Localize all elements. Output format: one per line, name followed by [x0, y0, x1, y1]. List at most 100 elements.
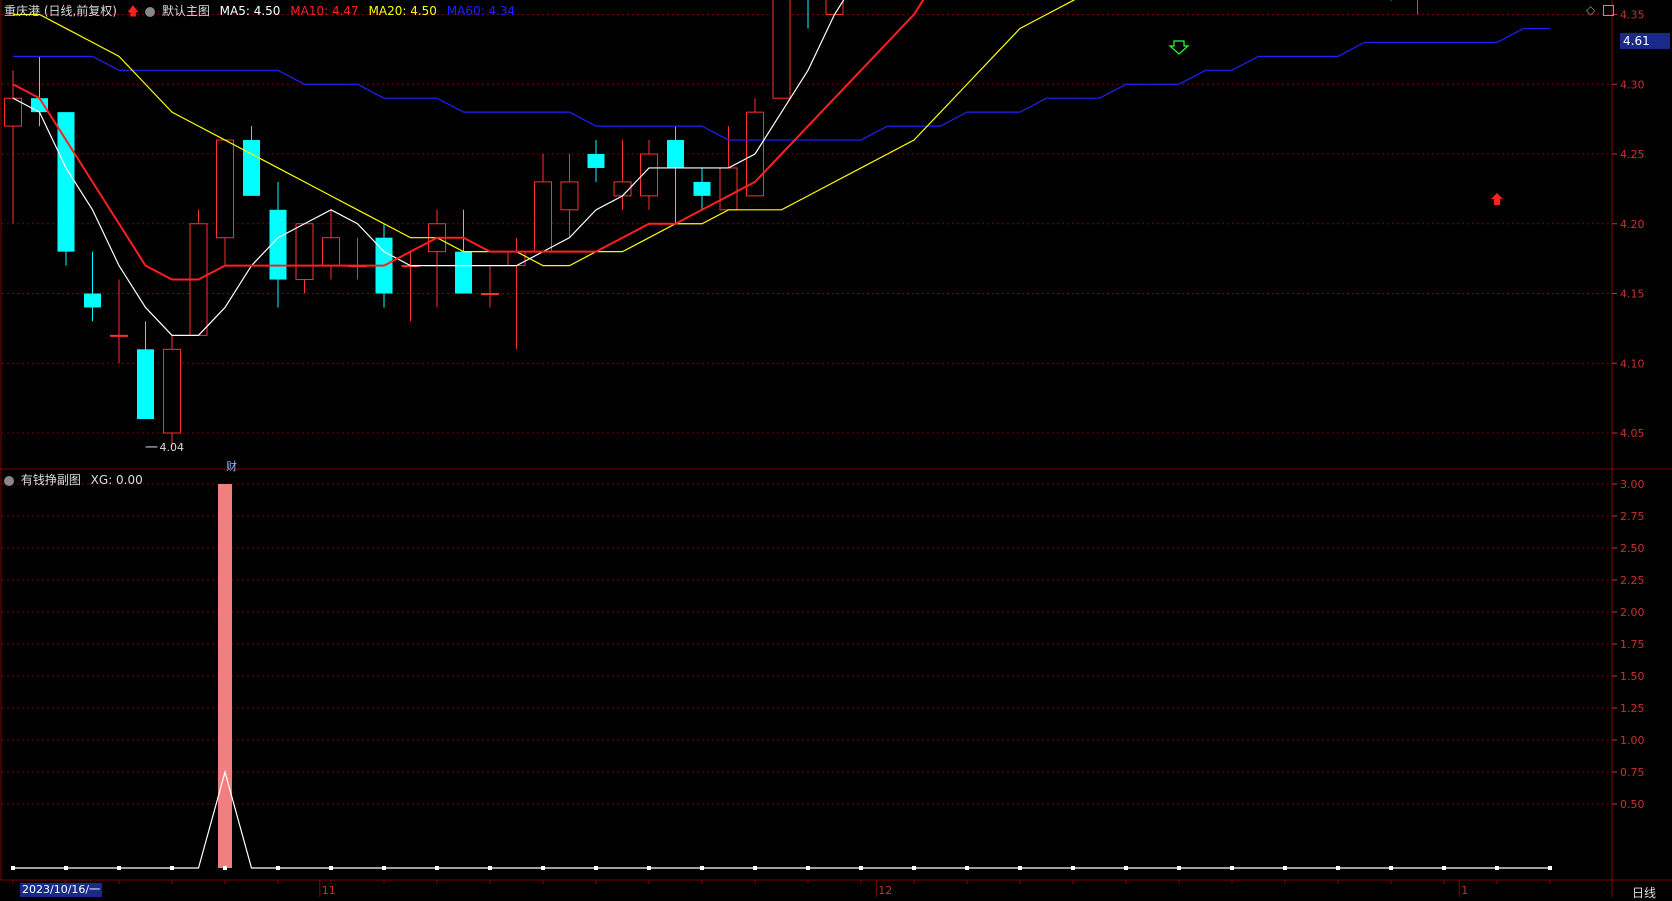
xg-marker [1177, 866, 1181, 870]
xg-marker [700, 866, 704, 870]
xg-marker [64, 866, 68, 870]
candle [1417, 0, 1418, 15]
candle-body [667, 140, 684, 168]
xg-marker [859, 866, 863, 870]
period-button[interactable]: 日线 [1632, 884, 1656, 901]
xg-marker [1124, 866, 1128, 870]
candle-body [163, 348, 181, 434]
sub-y-tick-label: 1.75 [1620, 638, 1645, 651]
candle-body [693, 181, 711, 196]
candle [163, 335, 181, 447]
candle-body [481, 293, 499, 295]
sub-y-tick-label: 2.75 [1620, 510, 1645, 523]
sub-y-tick-label: 2.25 [1620, 574, 1645, 587]
y-tick-label: 4.15 [1620, 288, 1645, 301]
chart-canvas[interactable]: 4.654.604.554.504.454.404.354.304.254.20… [0, 0, 1672, 897]
y-tick-label: 4.30 [1620, 78, 1645, 91]
xg-marker [1495, 866, 1499, 870]
date-label: 2023/10/16/一 [20, 883, 103, 897]
candle-body [719, 167, 738, 211]
candle [31, 56, 48, 127]
xg-marker [276, 866, 280, 870]
xg-marker [1548, 866, 1552, 870]
y-tick-label: 4.20 [1620, 218, 1645, 231]
candle-body [84, 293, 101, 308]
candle [825, 0, 844, 15]
candle [216, 139, 234, 266]
buy-arrow-icon [1491, 193, 1503, 205]
xg-marker [488, 866, 492, 870]
sub-y-tick-label: 1.25 [1620, 702, 1645, 715]
candle-body [216, 139, 234, 239]
sub-header: 有钱挣副图 XG: 0.00 [4, 471, 149, 489]
candle [84, 251, 101, 322]
xg-marker [1389, 866, 1393, 870]
xg-marker [435, 866, 439, 870]
xg-marker [1018, 866, 1022, 870]
y-tick-label: 4.25 [1620, 148, 1645, 161]
sub-chart-title[interactable]: 有钱挣副图 [21, 473, 81, 487]
sub-y-tick-label: 1.50 [1620, 670, 1645, 683]
xg-marker [594, 866, 598, 870]
candle-body [4, 97, 22, 127]
sub-y-tick-label: 3.00 [1620, 478, 1645, 491]
candle [295, 223, 314, 294]
candle-body [31, 98, 48, 113]
y-tick-label: 4.05 [1620, 427, 1645, 440]
xg-marker [912, 866, 916, 870]
window-controls: ◇ [1586, 3, 1615, 17]
main-chart-label[interactable]: 默认主图 [162, 4, 210, 18]
xg-marker [1071, 866, 1075, 870]
price-tag: 4.61 [1620, 33, 1670, 49]
dropdown-circle-icon[interactable] [145, 6, 155, 17]
diamond-icon[interactable]: ◇ [1586, 3, 1595, 17]
finance-marker: 财 [226, 459, 237, 473]
xg-marker [806, 866, 810, 870]
candle [4, 70, 22, 224]
candle-body [772, 0, 791, 99]
xg-marker [1230, 866, 1234, 870]
candle [110, 279, 128, 364]
sub-y-tick-label: 1.00 [1620, 734, 1645, 747]
sell-arrow-icon [1168, 40, 1190, 55]
candle [243, 126, 260, 196]
xg-marker [647, 866, 651, 870]
xg-marker [1283, 866, 1287, 870]
restore-icon[interactable] [1603, 5, 1615, 16]
candle [481, 265, 499, 308]
up-arrow-icon: 🡅 [126, 4, 140, 18]
xg-marker [753, 866, 757, 870]
xg-marker [382, 866, 386, 870]
sub-dropdown-icon[interactable] [4, 475, 14, 486]
candle-body [507, 251, 526, 267]
xg-value-label: XG: 0.00 [90, 473, 143, 487]
candle [57, 112, 75, 266]
candle-body [587, 154, 605, 168]
sub-y-tick-label: 2.50 [1620, 542, 1645, 555]
candle-body [243, 140, 260, 196]
candle [322, 209, 340, 280]
candle [137, 321, 154, 420]
xg-line [13, 769, 1550, 869]
xg-marker [11, 866, 15, 870]
y-tick-label: 4.10 [1620, 357, 1645, 370]
ma20-label: MA20: 4.50 [368, 4, 437, 18]
month-label: 12 [878, 884, 892, 897]
candle-body [295, 223, 314, 281]
candle [1390, 0, 1392, 1]
main-header: 重庆港 (日线,前复权) 🡅 默认主图 MA5: 4.50 MA10: 4.47… [4, 2, 521, 20]
xg-marker [223, 866, 227, 870]
candle-body [560, 181, 579, 211]
low-price-label: 4.04 [160, 441, 185, 454]
candle [587, 140, 605, 182]
candle [772, 0, 791, 99]
month-label: 1 [1461, 884, 1468, 897]
candle-body [455, 251, 472, 294]
y-tick-label: 4.35 [1620, 9, 1645, 22]
xg-marker [1442, 866, 1446, 870]
month-label: 11 [322, 884, 336, 897]
candle [560, 154, 579, 238]
candle-body [322, 237, 340, 267]
ma60-label: MA60: 4.34 [446, 4, 516, 18]
candle [534, 154, 552, 253]
